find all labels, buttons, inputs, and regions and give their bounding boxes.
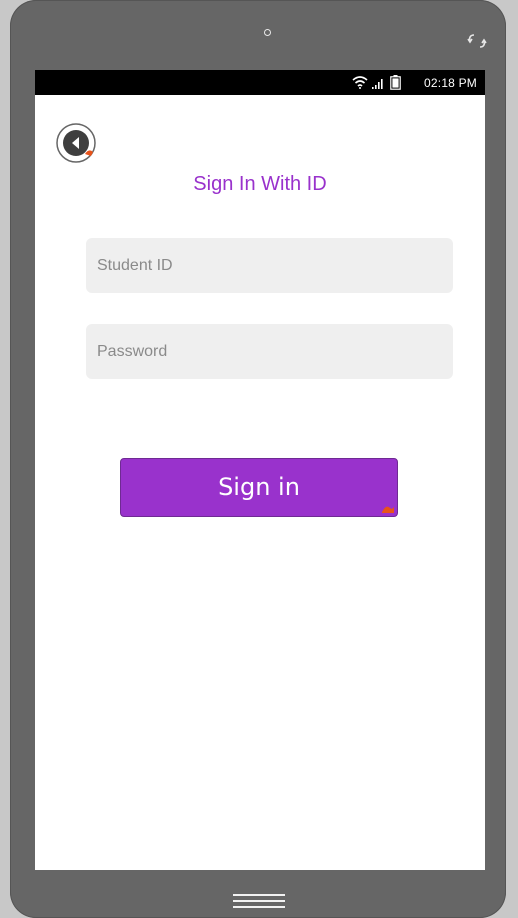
page-title: Sign In With ID <box>193 173 327 195</box>
sign-in-button-label: Sign in <box>218 472 300 501</box>
back-button[interactable] <box>55 122 99 166</box>
status-bar: 02:18 PM <box>35 70 485 95</box>
app-screen: 02:18 PM Sign In With ID Sign in <box>35 70 485 870</box>
signal-icon <box>372 79 383 89</box>
link-corner-icon <box>382 506 394 513</box>
battery-icon <box>390 75 401 90</box>
camera-icon <box>264 29 271 36</box>
wifi-icon <box>352 76 368 89</box>
sign-in-button[interactable]: Sign in <box>120 458 398 517</box>
home-menu-icon[interactable] <box>233 892 285 910</box>
student-id-input[interactable] <box>86 238 453 293</box>
status-time: 02:18 PM <box>424 76 477 90</box>
rotate-icon[interactable] <box>466 32 488 50</box>
password-input[interactable] <box>86 324 453 379</box>
